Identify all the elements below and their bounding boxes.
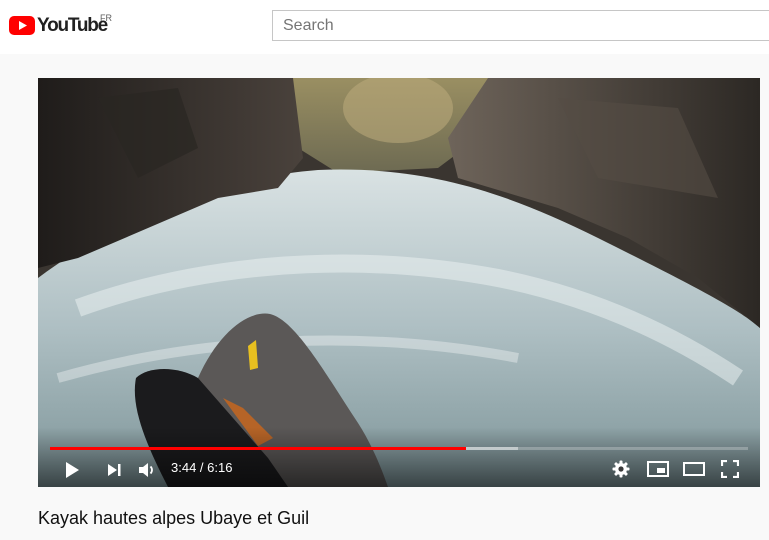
- miniplayer-icon: [647, 461, 669, 477]
- video-title: Kayak hautes alpes Ubaye et Guil: [38, 508, 310, 528]
- fullscreen-icon: [721, 460, 739, 478]
- volume-button[interactable]: [135, 458, 159, 482]
- progress-played: [50, 447, 466, 450]
- region-code: FR: [100, 13, 112, 23]
- next-icon: [108, 464, 121, 476]
- next-button[interactable]: [102, 458, 126, 482]
- masthead: YouTube FR: [0, 0, 769, 54]
- progress-bar[interactable]: [50, 447, 748, 450]
- logo-wordmark: YouTube: [37, 15, 108, 36]
- time-display: 3:44 / 6:16: [171, 460, 233, 475]
- miniplayer-button[interactable]: [645, 457, 671, 481]
- video-frame[interactable]: [38, 78, 760, 487]
- search-input[interactable]: [273, 11, 769, 40]
- fullscreen-button[interactable]: [718, 457, 742, 481]
- theater-mode-button[interactable]: [681, 457, 707, 481]
- volume-icon: [139, 463, 153, 477]
- video-player[interactable]: 3:44 / 6:16: [38, 78, 760, 487]
- theater-mode-icon: [683, 462, 705, 476]
- play-button[interactable]: [60, 458, 84, 482]
- play-icon: [66, 462, 79, 478]
- settings-button[interactable]: [609, 457, 633, 481]
- youtube-play-logo-icon: [9, 16, 35, 35]
- search-box[interactable]: [272, 10, 769, 41]
- gear-icon: [612, 460, 630, 478]
